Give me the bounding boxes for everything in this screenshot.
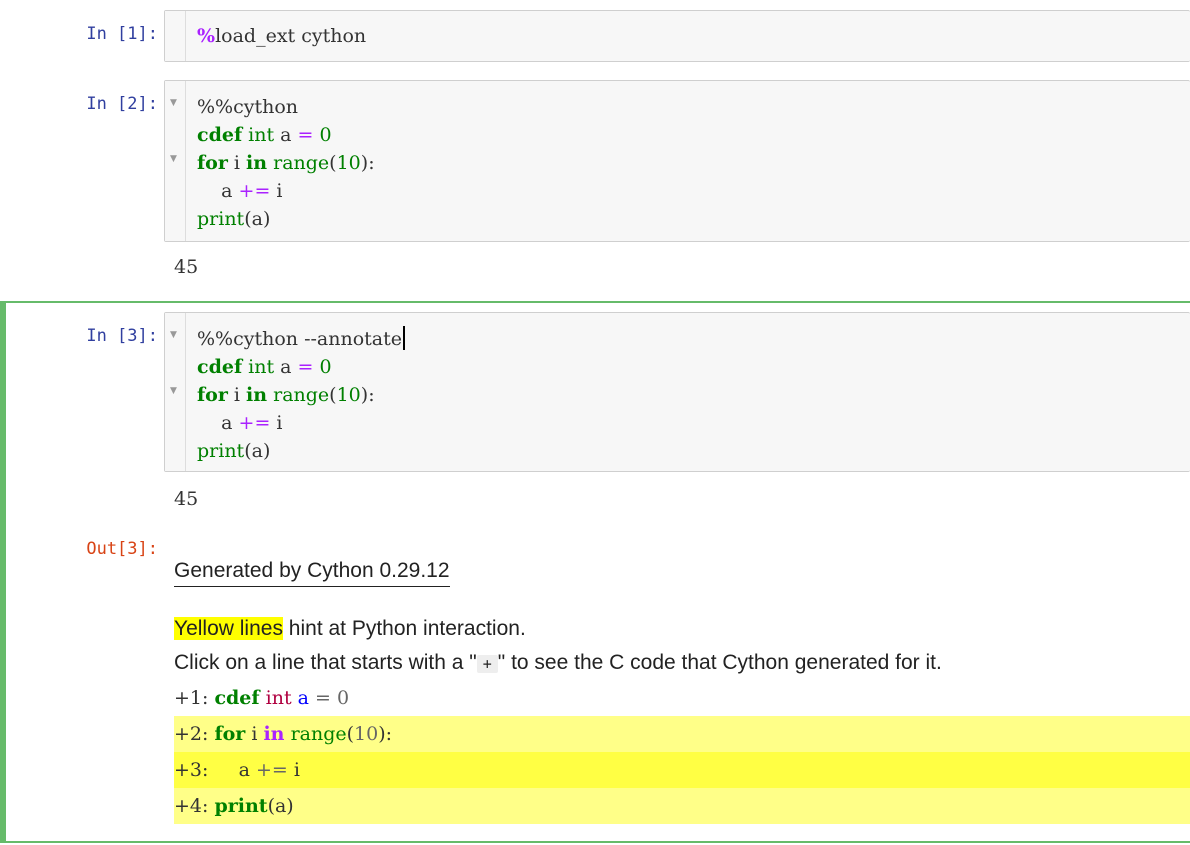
generated-by-title: Generated by Cython 0.29.12 — [174, 559, 450, 587]
code-editor[interactable]: ▼ ▼ %%cython --annotate cdef int a = 0 f… — [164, 312, 1190, 472]
editor-gutter — [165, 11, 186, 61]
annotated-line-4[interactable]: +4: print(a) — [174, 788, 1190, 824]
fold-arrow-icon[interactable]: ▼ — [170, 386, 177, 396]
line-prefix: +4: — [174, 795, 215, 817]
cell-output: 45 — [174, 256, 199, 278]
code-block[interactable]: %%cython cdef int a = 0 for i in range(1… — [197, 93, 1180, 233]
annotated-line-3[interactable]: +3: a += i — [174, 752, 1190, 788]
click-instruction: Click on a line that starts with a " + " t… — [174, 651, 942, 675]
click-text-after: " to see the C code that Cython generate… — [497, 651, 942, 674]
code-cell-1[interactable]: In [1]: %load_ext cython — [0, 10, 1190, 62]
line-prefix: +2: — [174, 723, 215, 745]
code-cell-2[interactable]: In [2]: ▼ ▼ %%cython cdef int a = 0 for … — [0, 80, 1190, 280]
output-prompt: Out[3]: — [86, 539, 158, 559]
code-editor[interactable]: ▼ ▼ %%cython cdef int a = 0 for i in ran… — [164, 80, 1190, 242]
code-editor[interactable]: %load_ext cython — [164, 10, 1190, 62]
line-prefix: +3: — [174, 759, 215, 781]
click-text-before: Click on a line that starts with a " — [174, 651, 477, 674]
code-line[interactable]: %load_ext cython — [197, 22, 1180, 50]
annotated-line-1[interactable]: +1: cdef int a = 0 — [174, 680, 1190, 716]
hint-text: Yellow lines hint at Python interaction. — [174, 617, 526, 641]
input-prompt: In [2]: — [86, 94, 158, 114]
input-prompt: In [3]: — [86, 326, 158, 346]
input-prompt: In [1]: — [86, 24, 158, 44]
yellow-lines-highlight: Yellow lines — [174, 617, 283, 640]
plus-symbol: + — [476, 655, 498, 673]
fold-arrow-icon[interactable]: ▼ — [170, 154, 177, 164]
text-cursor — [403, 326, 405, 350]
editor-gutter: ▼ ▼ — [165, 313, 186, 471]
annotated-line-2[interactable]: +2: for i in range(10): — [174, 716, 1190, 752]
fold-arrow-icon[interactable]: ▼ — [170, 98, 177, 108]
cell-output: 45 — [174, 488, 199, 510]
code-block[interactable]: %%cython --annotate cdef int a = 0 for i… — [197, 325, 1180, 465]
hint-rest: hint at Python interaction. — [282, 617, 526, 640]
line-prefix: +1: — [174, 687, 215, 709]
fold-arrow-icon[interactable]: ▼ — [170, 330, 177, 340]
editor-gutter: ▼ ▼ — [165, 81, 186, 241]
